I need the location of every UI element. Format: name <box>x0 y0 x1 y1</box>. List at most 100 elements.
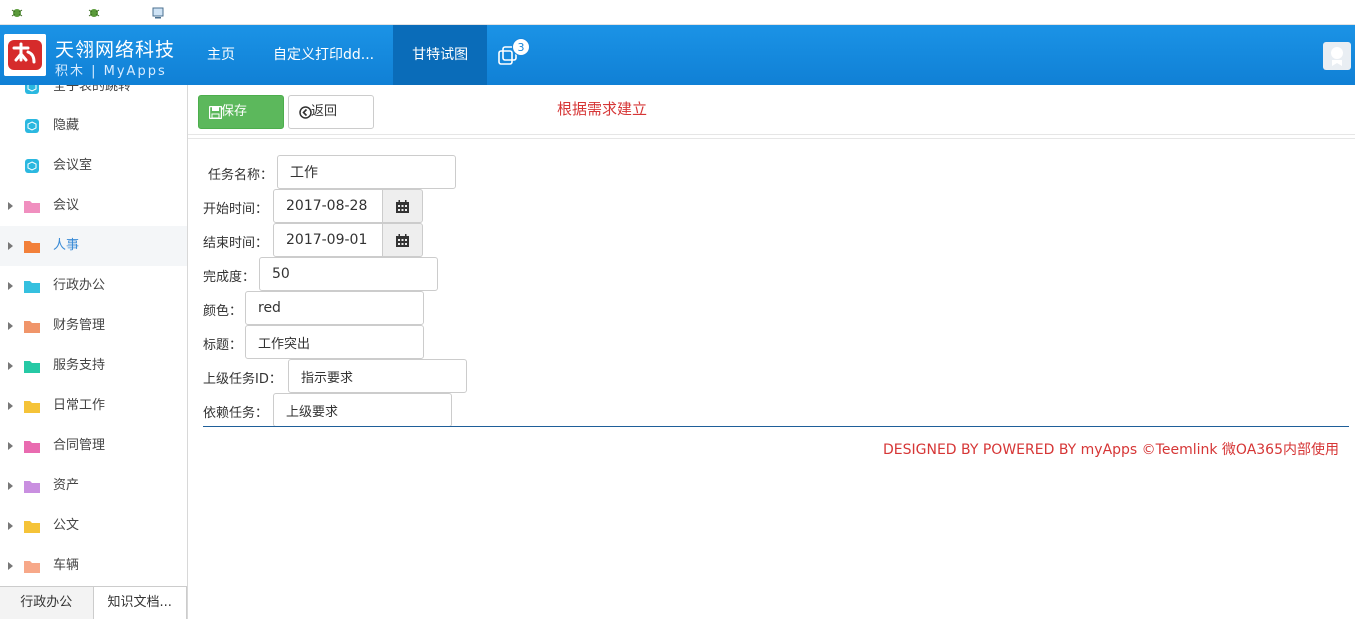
sidebar-item-hr[interactable]: 人事 <box>0 226 187 266</box>
sidebar: 全子表的跳转 隐藏 会议室 会议 人事 行政办公 财务管理 服务支持 日常工作 <box>0 85 188 619</box>
floppy-icon <box>209 106 222 119</box>
folder-icon <box>24 521 40 533</box>
sidebar-item-label: 合同管理 <box>53 438 106 453</box>
sidebar-item-label: 全子表的跳转 <box>53 85 132 94</box>
back-label: 返回 <box>311 104 338 119</box>
sidebar-item-label: 会议 <box>53 198 80 213</box>
caret-right-icon <box>8 282 13 290</box>
folder-icon <box>24 441 40 453</box>
product-name: 积木 | MyApps <box>55 64 167 79</box>
sidebar-item-hidden[interactable]: 隐藏 <box>0 106 187 146</box>
sidebar-item-documents[interactable]: 公文 <box>0 506 187 546</box>
progress-field[interactable] <box>259 257 438 291</box>
end-calendar-button[interactable] <box>383 223 423 257</box>
color-field[interactable] <box>245 291 424 325</box>
tab-knowledge-docs[interactable]: 知识文档... <box>93 587 187 619</box>
sidebar-item-label: 资产 <box>53 478 80 493</box>
nav-home[interactable]: 主页 <box>188 25 254 85</box>
start-calendar-button[interactable] <box>383 189 423 223</box>
sidebar-item-label: 公文 <box>53 518 80 533</box>
start-time-field[interactable] <box>273 189 383 223</box>
back-icon <box>299 106 312 119</box>
main-content: 保存 返回 根据需求建立 任务名称： 开始时间： 结束时间： 完成度： 颜色： … <box>188 85 1355 619</box>
task-name-label: 任务名称： <box>208 168 274 183</box>
sidebar-item-contracts[interactable]: 合同管理 <box>0 426 187 466</box>
cube-icon <box>25 159 39 173</box>
sidebar-item-label: 行政办公 <box>53 278 106 293</box>
caret-right-icon <box>8 402 13 410</box>
back-button[interactable]: 返回 <box>288 95 374 129</box>
title-field[interactable] <box>245 325 424 359</box>
caret-right-icon <box>8 562 13 570</box>
color-label: 颜色： <box>203 304 243 319</box>
depends-label: 依赖任务： <box>203 406 269 421</box>
sidebar-item-label: 服务支持 <box>53 358 106 373</box>
parent-task-label: 上级任务ID： <box>203 372 282 387</box>
save-label: 保存 <box>221 104 248 119</box>
depends-field[interactable] <box>273 393 452 427</box>
company-name: 天翎网络科技 <box>55 39 176 61</box>
caret-right-icon <box>8 202 13 210</box>
title-label: 标题： <box>203 338 243 353</box>
caret-right-icon <box>8 442 13 450</box>
folder-icon <box>24 561 40 573</box>
calendar-icon <box>396 234 409 247</box>
start-time-label: 开始时间： <box>203 202 269 217</box>
tab-admin-office[interactable]: 行政办公 <box>0 587 94 619</box>
sidebar-item-assets[interactable]: 资产 <box>0 466 187 506</box>
parent-task-field[interactable] <box>288 359 467 393</box>
folder-icon <box>24 281 40 293</box>
caret-right-icon <box>8 362 13 370</box>
save-button[interactable]: 保存 <box>198 95 284 129</box>
folder-icon <box>24 361 40 373</box>
window-count-badge: 3 <box>512 38 530 56</box>
sidebar-item-daily-work[interactable]: 日常工作 <box>0 386 187 426</box>
end-time-label: 结束时间： <box>203 236 269 251</box>
sidebar-item-finance[interactable]: 财务管理 <box>0 306 187 346</box>
caret-right-icon <box>8 322 13 330</box>
folder-icon <box>24 401 40 413</box>
sidebar-tabs: 行政办公 知识文档... <box>0 586 187 619</box>
sidebar-item-subform-jump[interactable]: 全子表的跳转 <box>0 85 187 107</box>
sidebar-item-service-support[interactable]: 服务支持 <box>0 346 187 386</box>
sidebar-item-meeting-room[interactable]: 会议室 <box>0 146 187 186</box>
folder-icon <box>24 241 40 253</box>
folder-icon <box>24 481 40 493</box>
bug-icon[interactable] <box>88 7 100 19</box>
sidebar-item-label: 人事 <box>53 238 80 253</box>
form-toolbar: 保存 返回 根据需求建立 <box>188 85 1355 135</box>
sidebar-item-label: 会议室 <box>53 158 93 173</box>
divider <box>188 138 1355 139</box>
footer-text: DESIGNED BY POWERED BY myApps ©Teemlink … <box>882 442 1339 458</box>
app-header: 天翎网络科技 积木 | MyApps 主页 自定义打印dd... 甘特试图 3 <box>0 25 1355 85</box>
logo-icon <box>4 34 46 76</box>
progress-label: 完成度： <box>203 270 256 285</box>
monitor-icon[interactable] <box>152 7 164 19</box>
company-logo[interactable] <box>4 34 46 76</box>
nav-gantt-view[interactable]: 甘特试图 <box>393 25 488 85</box>
caret-right-icon <box>8 482 13 490</box>
browser-toolbar <box>0 0 1355 25</box>
nav-custom-print[interactable]: 自定义打印dd... <box>254 25 393 85</box>
sidebar-item-label: 车辆 <box>53 558 80 573</box>
sidebar-item-vehicles[interactable]: 车辆 <box>0 546 187 586</box>
caret-right-icon <box>8 522 13 530</box>
user-avatar[interactable] <box>1323 42 1351 70</box>
form-divider <box>203 426 1349 427</box>
end-time-field[interactable] <box>273 223 383 257</box>
cube-icon <box>25 119 39 133</box>
task-name-field[interactable] <box>277 155 456 189</box>
calendar-icon <box>396 200 409 213</box>
sidebar-item-label: 隐藏 <box>53 118 80 133</box>
sidebar-item-label: 日常工作 <box>53 398 106 413</box>
cube-icon <box>25 85 39 94</box>
user-icon <box>1331 47 1343 66</box>
main-nav: 主页 自定义打印dd... 甘特试图 <box>188 25 488 85</box>
folder-icon <box>24 201 40 213</box>
sidebar-item-meeting[interactable]: 会议 <box>0 186 187 226</box>
sidebar-item-label: 财务管理 <box>53 318 106 333</box>
caret-right-icon <box>8 242 13 250</box>
sidebar-item-admin-office[interactable]: 行政办公 <box>0 266 187 306</box>
hint-text: 根据需求建立 <box>557 100 648 118</box>
bug-icon[interactable] <box>11 7 23 19</box>
